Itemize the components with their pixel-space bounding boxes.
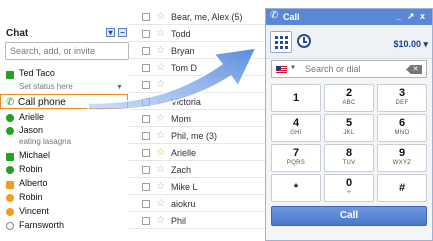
idle-icon <box>6 194 14 202</box>
mail-sender: aiokru <box>171 199 196 209</box>
key-5[interactable]: 5 JKL <box>324 114 374 142</box>
credit-amount: $10.00 <box>393 39 421 49</box>
row-checkbox[interactable] <box>142 115 150 123</box>
star-icon[interactable]: ☆ <box>156 79 165 90</box>
call-credit-dropdown[interactable]: $10.00 ▾ <box>393 39 428 50</box>
chat-title: Chat <box>6 28 29 39</box>
status-message[interactable]: Set status here <box>19 82 73 91</box>
star-icon[interactable]: ☆ <box>156 181 165 192</box>
call-dialog: ✆ Call _ ↗ x $10.00 ▾ ▼ Search or dial ✕… <box>265 8 433 241</box>
mail-sender: Phil <box>171 216 187 226</box>
us-flag-icon[interactable] <box>276 66 287 73</box>
key-8[interactable]: 8 TUV <box>324 144 374 172</box>
star-icon[interactable]: ☆ <box>156 147 165 158</box>
mail-sender: Victoria <box>171 97 201 107</box>
contact-status: eating lasagna <box>19 137 72 146</box>
row-checkbox[interactable] <box>142 81 150 89</box>
row-checkbox[interactable] <box>142 13 150 21</box>
contact-name: Alberto <box>19 178 48 188</box>
star-icon[interactable]: ☆ <box>156 45 165 56</box>
star-icon[interactable]: ☆ <box>156 113 165 124</box>
star-icon[interactable]: ☆ <box>156 96 165 107</box>
contact-name: Michael <box>19 150 51 160</box>
idle-icon <box>6 208 14 216</box>
row-checkbox[interactable] <box>142 149 150 157</box>
key-0[interactable]: 0 + <box>324 174 374 202</box>
row-checkbox[interactable] <box>142 64 150 72</box>
offline-icon <box>6 222 14 230</box>
dial-field[interactable]: ▼ Search or dial ✕ <box>271 60 427 78</box>
backspace-icon[interactable]: ✕ <box>406 65 422 74</box>
status-dropdown-icon[interactable]: ▼ <box>116 84 123 91</box>
available-icon <box>6 127 14 135</box>
star-icon[interactable]: ☆ <box>156 11 165 22</box>
minimize-icon[interactable]: _ <box>396 11 401 21</box>
star-icon[interactable]: ☆ <box>156 28 165 39</box>
row-checkbox[interactable] <box>142 200 150 208</box>
key-3[interactable]: 3 DEF <box>377 84 427 112</box>
key-4[interactable]: 4 GHI <box>271 114 321 142</box>
mail-sender: Bear, me, Alex (5) <box>171 12 243 22</box>
mail-sender: Mom <box>171 114 191 124</box>
contact-name: Robin <box>19 164 43 174</box>
chat-search-input[interactable]: Search, add, or invite <box>5 42 129 60</box>
contact-name: Robin <box>19 192 43 202</box>
row-checkbox[interactable] <box>142 132 150 140</box>
key-9[interactable]: 9 WXYZ <box>377 144 427 172</box>
key-7[interactable]: 7 PQRS <box>271 144 321 172</box>
key-1[interactable]: 1 <box>271 84 321 112</box>
call-button[interactable]: Call <box>271 206 427 226</box>
available-icon <box>6 166 14 174</box>
mail-sender: Tom D <box>171 63 198 73</box>
popout-icon[interactable]: ↗ <box>407 11 415 22</box>
mail-sender: Mike L <box>171 182 198 192</box>
star-icon[interactable]: ☆ <box>156 164 165 175</box>
keypad-tab-icon[interactable] <box>270 31 292 53</box>
phone-icon: ✆ <box>6 97 15 108</box>
star-icon[interactable]: ☆ <box>156 62 165 73</box>
call-dialog-title: Call <box>283 12 300 22</box>
call-dialog-titlebar[interactable]: ✆ Call _ ↗ x <box>266 9 432 25</box>
key-hash[interactable]: # <box>377 174 427 202</box>
call-phone-button[interactable]: ✆ Call phone <box>0 94 128 109</box>
available-icon <box>6 114 14 122</box>
video-icon <box>6 181 14 189</box>
row-checkbox[interactable] <box>142 98 150 106</box>
phone-icon: ✆ <box>270 10 279 21</box>
call-dialog-tabs: $10.00 ▾ <box>266 25 432 59</box>
history-tab-icon[interactable] <box>297 34 311 48</box>
mail-sender: Todd <box>171 29 191 39</box>
star-icon[interactable]: ☆ <box>156 130 165 141</box>
row-checkbox[interactable] <box>142 217 150 225</box>
mail-sender: Zach <box>171 165 192 175</box>
key-2[interactable]: 2 ABC <box>324 84 374 112</box>
chat-options-icon[interactable]: ▾ <box>106 28 115 37</box>
country-dropdown-icon[interactable]: ▼ <box>290 65 296 71</box>
mail-sender: Bryan <box>171 46 195 56</box>
contact-name: Farnsworth <box>19 220 65 230</box>
key-6[interactable]: 6 MNO <box>377 114 427 142</box>
mail-sender: Phil, me (3) <box>171 131 218 141</box>
row-checkbox[interactable] <box>142 30 150 38</box>
star-icon[interactable]: ☆ <box>156 215 165 226</box>
video-icon <box>6 71 14 79</box>
mail-sender: Arielle <box>171 148 197 158</box>
row-checkbox[interactable] <box>142 47 150 55</box>
row-checkbox[interactable] <box>142 183 150 191</box>
call-phone-label: Call phone <box>18 97 66 108</box>
dial-input[interactable]: Search or dial <box>305 64 361 74</box>
video-icon <box>6 153 14 161</box>
key-star[interactable]: * <box>271 174 321 202</box>
row-checkbox[interactable] <box>142 166 150 174</box>
contact-name: Jason <box>19 125 44 135</box>
chat-collapse-icon[interactable]: – <box>118 28 127 37</box>
chat-panel: Chat ▾ – Search, add, or invite Ted Taco… <box>0 0 129 241</box>
contact-name: Vincent <box>19 206 49 216</box>
self-name: Ted Taco <box>19 68 55 78</box>
contact-name: Arielle <box>19 112 45 122</box>
star-icon[interactable]: ☆ <box>156 198 165 209</box>
keypad: 1 2 ABC 3 DEF 4 GHI 5 JKL 6 MNO 7 PQRS 8 TUV 9W… <box>271 84 427 202</box>
close-icon[interactable]: x <box>420 11 425 21</box>
